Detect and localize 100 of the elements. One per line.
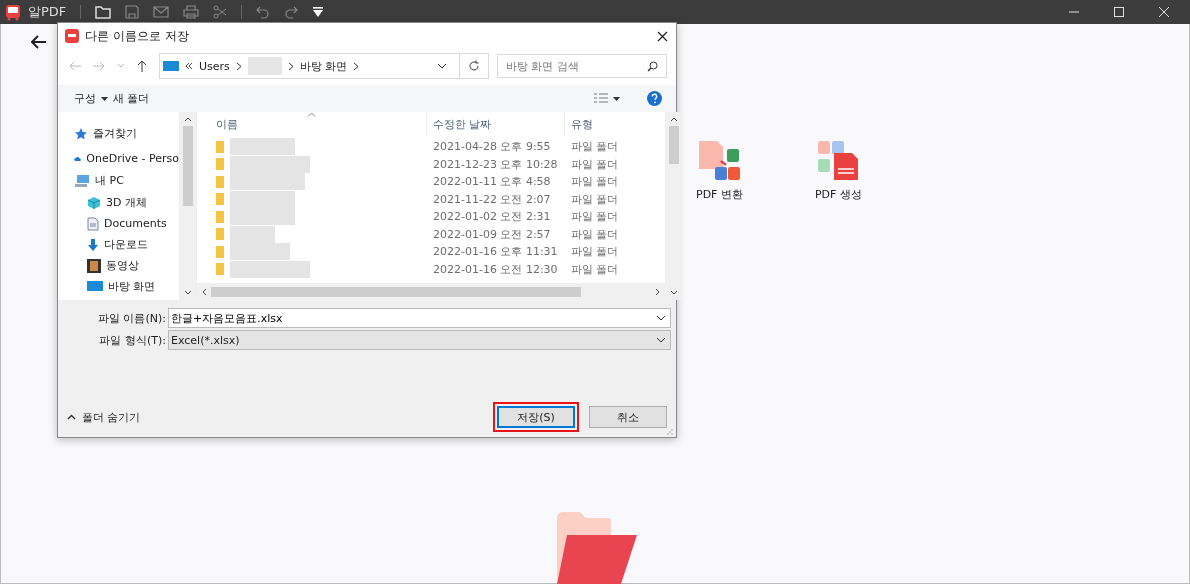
search-icon (647, 61, 658, 72)
chevron-right-icon[interactable] (235, 61, 242, 71)
path-segment[interactable]: Users (199, 59, 230, 73)
scroll-down-icon[interactable] (183, 290, 192, 295)
dropdown-icon[interactable] (312, 6, 325, 18)
chevron-right-icon[interactable] (353, 61, 360, 71)
blurred-name (230, 190, 295, 208)
print-icon[interactable] (183, 5, 200, 19)
computer-icon (74, 173, 90, 188)
scroll-up-icon[interactable] (183, 117, 192, 122)
blurred-segment (247, 57, 282, 75)
chevron-down-icon[interactable] (656, 315, 666, 321)
up-arrow-icon[interactable] (137, 60, 147, 72)
undo-icon[interactable] (256, 5, 271, 19)
star-icon (74, 126, 88, 141)
maximize-icon[interactable] (1113, 6, 1125, 18)
nav-item[interactable]: 다운로드 (58, 235, 179, 254)
cube-icon (87, 195, 101, 210)
blurred-name (230, 138, 295, 156)
file-name-field[interactable]: 한글+자음모음표.xlsx (168, 308, 671, 328)
chevron-down-icon[interactable] (437, 63, 447, 69)
folder-icon (216, 228, 224, 241)
table-cell-text: 파일 폴더 (570, 156, 620, 172)
folder-icon[interactable] (95, 5, 112, 19)
column-header[interactable]: 수정한 날짜 (427, 112, 565, 136)
chevron-right-icon[interactable] (287, 61, 294, 71)
search-field[interactable]: 바탕 화면 검색 (497, 54, 667, 78)
folder-icon (216, 140, 224, 153)
scroll-down-icon[interactable] (669, 290, 678, 295)
folder-icon (216, 158, 224, 171)
table-cell-text: 2022-01-09 오전 2:57 (432, 226, 552, 242)
mail-icon[interactable] (153, 6, 170, 18)
scroll-thumb[interactable] (182, 126, 193, 206)
refresh-icon (468, 60, 480, 72)
hide-folders-button[interactable]: 폴더 숨기기 (82, 409, 141, 425)
download-arrow-icon (87, 237, 99, 252)
redo-icon[interactable] (284, 5, 299, 19)
column-header[interactable]: 유형 (565, 112, 665, 136)
table-cell-text: 파일 폴더 (570, 174, 620, 190)
toolbar-command[interactable]: 새 폴더 (113, 91, 150, 106)
back-arrow-icon[interactable] (31, 35, 47, 49)
table-cell-text: 2022-01-02 오전 2:31 (432, 209, 552, 225)
table-cell-text: 2022-01-16 오전 12:30 (432, 261, 559, 277)
table-cell-text: 파일 폴더 (570, 261, 620, 277)
caret-icon[interactable] (613, 96, 620, 101)
field-label: 파일 형식(T): (98, 332, 167, 348)
scroll-thumb[interactable] (668, 126, 679, 164)
blurred-name (230, 243, 290, 261)
nav-item[interactable]: 3D 개체 (58, 193, 179, 212)
desktop-icon (87, 280, 103, 293)
scrollbar[interactable] (179, 112, 196, 300)
scrollbar[interactable] (665, 112, 682, 300)
app-logo-icon (4, 3, 22, 21)
folder-icon (216, 245, 224, 258)
file-type-dropdown[interactable]: Excel(*.xlsx) (168, 330, 671, 350)
tile-label: PDF 생성 (814, 187, 862, 202)
table-cell-text: 파일 폴더 (570, 191, 620, 207)
path-segment[interactable]: 바탕 화면 (299, 58, 348, 74)
film-icon (87, 258, 101, 273)
desktop-icon (163, 60, 179, 72)
folder-icon (216, 263, 224, 276)
scroll-up-icon[interactable] (669, 117, 678, 122)
table-cell-text: 2022-01-11 오후 4:58 (432, 174, 552, 190)
scissors-icon[interactable] (213, 5, 228, 19)
table-cell-text: 2022-01-16 오후 11:31 (432, 244, 559, 260)
nav-item[interactable]: Documents (58, 214, 179, 233)
table-cell-text: 2021-04-28 오후 9:55 (432, 139, 552, 155)
table-cell-text: 파일 폴더 (570, 226, 620, 242)
folder-icon (216, 193, 224, 206)
scroll-thumb[interactable] (211, 286, 581, 297)
nav-item[interactable]: 동영상 (58, 256, 179, 275)
caret-icon[interactable] (101, 96, 108, 101)
toolbar-command[interactable]: 구성 (74, 91, 96, 106)
folder-icon[interactable] (555, 510, 639, 584)
close-icon[interactable] (657, 30, 668, 42)
file-convert-icon[interactable] (697, 139, 742, 181)
chevron-down-icon (656, 337, 666, 343)
dialog-title: 다른 이름으로 저장 (85, 27, 189, 45)
nav-item[interactable]: 바탕 화면 (58, 277, 179, 296)
scroll-right-icon[interactable] (655, 287, 660, 296)
chevron-up-icon[interactable] (67, 414, 76, 420)
folder-icon (216, 175, 224, 188)
column-header[interactable]: 이름 (197, 112, 427, 136)
nav-item[interactable]: 내 PC (58, 171, 179, 190)
table-cell-text: 파일 폴더 (570, 139, 620, 155)
field-label: 파일 이름(N): (97, 310, 167, 326)
pdf-create-icon[interactable] (816, 139, 861, 181)
dialog-button[interactable]: 저장(S) (497, 406, 575, 428)
nav-item[interactable]: OneDrive - Perso (58, 149, 179, 168)
tile-label: PDF 변환 (696, 187, 743, 202)
save-icon[interactable] (125, 5, 140, 19)
help-icon[interactable] (647, 91, 662, 106)
nav-item[interactable]: 즐겨찾기 (58, 124, 179, 143)
resize-grip-icon[interactable] (667, 429, 673, 435)
address-bar[interactable]: Users 바탕 화면 (159, 53, 489, 79)
folder-icon (216, 210, 224, 223)
scroll-left-icon[interactable] (202, 287, 207, 296)
dialog-button[interactable]: 취소 (589, 406, 667, 428)
table-cell-text: 2021-12-23 오후 10:28 (432, 156, 559, 172)
table-cell-text: 파일 폴더 (570, 244, 620, 260)
